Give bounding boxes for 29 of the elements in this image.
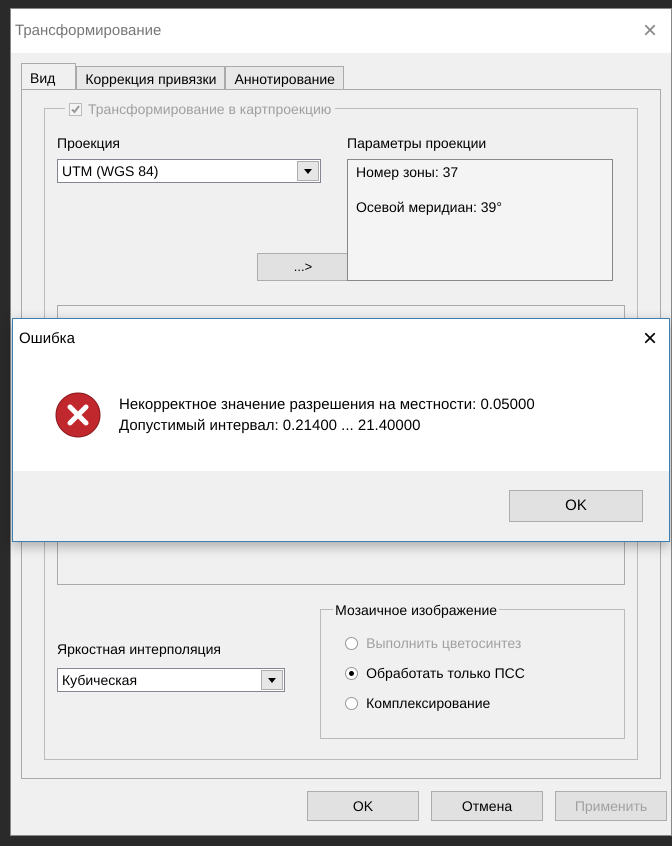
dialog-button[interactable]: Отмена: [431, 791, 543, 821]
radio-label: Комплексирование: [366, 694, 490, 713]
close-button[interactable]: ×: [642, 327, 657, 351]
dialog-button[interactable]: OK: [307, 791, 419, 821]
ok-button[interactable]: OK: [509, 490, 643, 522]
radio-button[interactable]: [345, 696, 358, 710]
close-button[interactable]: ×: [642, 19, 657, 43]
error-icon: [55, 392, 101, 438]
parameter-text: Номер зоны: 37: [356, 163, 460, 182]
dropdown[interactable]: Кубическая: [57, 668, 285, 692]
dropdown-arrow-icon: [268, 678, 276, 682]
error-message: Некорректное значение разрешения на местности: 0.05000: [119, 395, 535, 415]
checkbox-label: Трансформирование в картпроекцию: [88, 100, 332, 119]
tab[interactable]: Коррекция привязки: [76, 66, 226, 89]
radio-button[interactable]: [345, 666, 358, 680]
field-label: Проекция: [57, 134, 121, 153]
more-button[interactable]: ...>: [257, 253, 349, 281]
dialog-title: Ошибка: [19, 328, 76, 349]
field-label: Яркостная интерполяция: [57, 640, 222, 659]
radio-label: Обработать только ПСС: [366, 664, 525, 683]
tab[interactable]: Аннотирование: [225, 66, 344, 89]
field-label: Параметры проекции: [347, 134, 488, 153]
dropdown-arrow-icon: [304, 168, 312, 174]
parameter-text: Осевой меридиан: 39°: [356, 198, 503, 217]
window-title: Трансформирование: [15, 20, 162, 41]
tab[interactable]: Вид: [21, 63, 76, 89]
radio-label: Выполнить цветосинтез: [366, 634, 522, 653]
error-message: Допустимый интервал: 0.21400 ... 21.40000: [119, 416, 422, 436]
dropdown[interactable]: UTM (WGS 84): [57, 159, 321, 183]
